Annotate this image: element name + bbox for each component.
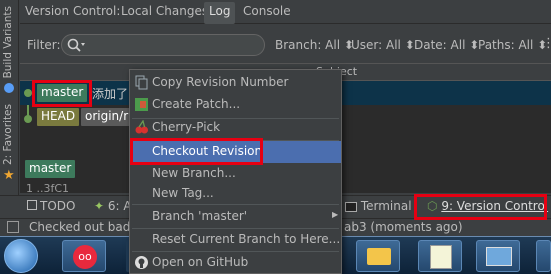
notepad-icon: [430, 245, 452, 269]
menu-item-cherry-pick[interactable]: Cherry-Pick: [130, 117, 341, 139]
todo-label: TODO: [40, 199, 76, 213]
remote-badge: origin/r: [81, 108, 133, 126]
github-icon: [134, 255, 149, 270]
window-icon: [486, 247, 512, 266]
menu-item-reset-branch[interactable]: Reset Current Branch to Here...: [130, 229, 341, 251]
music-app-icon: oo: [73, 245, 97, 269]
submenu-arrow-icon: ▶: [332, 210, 339, 219]
copy-icon: [134, 75, 149, 90]
cherry-icon: [134, 119, 149, 135]
menu-item-label: Checkout Revision: [152, 144, 263, 158]
build-variants-label: Build Variants: [2, 6, 14, 79]
date-filter-dropdown[interactable]: Date: All ⬍: [414, 38, 479, 52]
filter-label: Filter:: [27, 38, 61, 52]
menu-item-label: Reset Current Branch to Here...: [152, 232, 341, 246]
tab-console[interactable]: Console: [243, 4, 291, 18]
menu-item-new-tag[interactable]: New Tag...: [130, 183, 341, 205]
log-filter-bar: Filter: Branch: All ⬍ User: All ⬍ Date: …: [20, 24, 551, 64]
panel-label: Version Control:: [25, 4, 121, 18]
menu-item-label: Copy Revision Number: [152, 75, 289, 89]
taskbar-app-music[interactable]: oo: [62, 240, 106, 272]
branch-badge: master: [25, 160, 76, 178]
status-message-left: Checked out badl: [29, 220, 134, 234]
favorites-tab[interactable]: 2: Favorites: [2, 104, 14, 165]
todo-icon: [27, 200, 37, 210]
branch-badge: master: [37, 84, 88, 102]
todo-tool-button[interactable]: TODO: [27, 199, 75, 213]
menu-item-label: New Tag...: [152, 186, 214, 200]
terminal-icon: [345, 201, 357, 212]
graph-node-icon: [24, 115, 32, 123]
menu-item-branch-submenu[interactable]: Branch 'master' ▶: [130, 206, 341, 228]
version-control-tabs: Version Control: Local Changes Log Conso…: [20, 0, 551, 24]
android-tool-button[interactable]: ✦ 6: A: [94, 199, 132, 213]
tab-local-changes[interactable]: Local Changes: [121, 4, 208, 18]
version-control-icon: ⬡: [427, 199, 438, 213]
taskbar-app-partial[interactable]: [536, 240, 551, 272]
android-icon: ✦: [94, 199, 105, 213]
build-variants-tab[interactable]: Build Variants: [2, 6, 14, 78]
search-icon: [67, 38, 85, 52]
menu-item-open-github[interactable]: Open on GitHub: [130, 252, 341, 274]
menu-item-new-branch[interactable]: New Branch...: [130, 163, 341, 185]
branch-filter-label: Branch: All: [275, 38, 341, 52]
menu-item-copy-revision[interactable]: Copy Revision Number: [130, 72, 341, 94]
branch-filter-dropdown[interactable]: Branch: All ⬍: [275, 38, 354, 52]
graph-node-icon: [24, 89, 32, 97]
menu-item-create-patch[interactable]: Create Patch...: [130, 94, 341, 116]
menu-item-label: Branch 'master': [152, 209, 248, 223]
menu-item-checkout-revision[interactable]: Checkout Revision: [130, 141, 341, 163]
user-filter-label: User: All: [351, 38, 401, 52]
terminal-label: Terminal: [360, 199, 412, 213]
menu-item-label: Open on GitHub: [152, 255, 249, 269]
menu-item-label: New Branch...: [152, 166, 236, 180]
context-menu: Copy Revision Number Create Patch... Che…: [129, 69, 342, 274]
commit-subject: 添加了: [92, 87, 129, 101]
patch-icon: [134, 97, 149, 112]
status-message-right: ab3 (moments ago): [344, 220, 463, 234]
taskbar-app-explorer[interactable]: [356, 240, 400, 272]
filter-search-input[interactable]: [61, 34, 265, 56]
menu-separator: [132, 204, 339, 205]
version-control-label: 9: Version Control: [441, 199, 549, 213]
taskbar-app-editor[interactable]: [418, 240, 462, 272]
paths-filter-dropdown[interactable]: Paths: All ⬍: [478, 38, 547, 52]
menu-item-label: Cherry-Pick: [152, 120, 221, 134]
version-control-tool-button[interactable]: ⬡ 9: Version Control: [427, 199, 548, 213]
folder-icon: [367, 248, 391, 265]
tab-log[interactable]: Log: [204, 2, 236, 24]
favorites-label: 2: Favorites: [2, 104, 14, 165]
terminal-tool-button[interactable]: Terminal: [345, 199, 412, 213]
star-icon: ★: [3, 168, 15, 183]
date-filter-label: Date: All: [414, 38, 466, 52]
status-toggle-icon[interactable]: [7, 221, 19, 233]
start-button[interactable]: [4, 239, 38, 273]
menu-item-label: Create Patch...: [152, 97, 241, 111]
user-filter-dropdown[interactable]: User: All ⬍: [351, 38, 415, 52]
build-variants-icon: [4, 83, 14, 93]
more-icon[interactable]: ⋮: [542, 36, 551, 51]
paths-filter-label: Paths: All: [478, 38, 534, 52]
left-tool-strip: Build Variants 2: Favorites ★: [0, 0, 19, 218]
head-badge: HEAD: [37, 108, 80, 126]
commit-subject: 1 ..3fC1: [26, 182, 70, 193]
taskbar-app-window[interactable]: [476, 240, 520, 272]
